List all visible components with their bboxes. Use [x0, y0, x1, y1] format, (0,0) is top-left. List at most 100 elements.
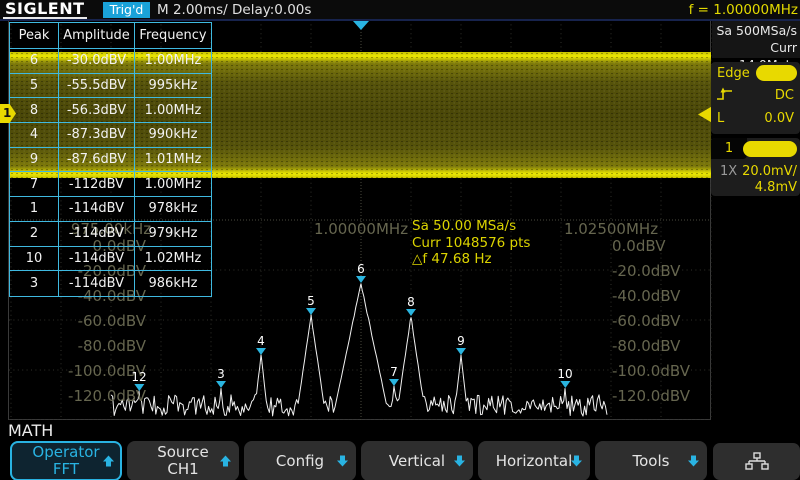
lan-status-button[interactable] [713, 443, 800, 480]
dbv-tick-label: -100.0dBV [612, 363, 690, 379]
peak-table-cell: 10 [10, 247, 59, 272]
peak-marker-triangle-icon [356, 276, 366, 283]
peak-marker-4: 4 [256, 335, 266, 355]
menu-button-label: Config [276, 453, 324, 470]
peak-table-cell: 2 [10, 222, 59, 247]
fft-points: Curr 1048576 pts [412, 235, 530, 252]
menu-button-config[interactable]: Config [244, 441, 356, 480]
trigger-status-badge: Trig'd [103, 2, 150, 18]
peak-table-cell: 1.01MHz [135, 148, 211, 173]
peak-table-cell: -114dBV [59, 222, 135, 247]
peak-table-cell: 1.02MHz [135, 247, 211, 272]
menu-button-value: CH1 [157, 461, 209, 478]
menu-button-label: Tools [633, 453, 670, 470]
peak-marker-6: 6 [356, 263, 366, 283]
peak-table-cell: -114dBV [59, 247, 135, 272]
peak-marker-number: 7 [389, 366, 399, 378]
peak-marker-8: 8 [406, 296, 416, 316]
peak-table-cell: 1.00MHz [135, 172, 211, 197]
dbv-tick-label: -60.0dBV [612, 313, 680, 329]
arrow-down-icon [570, 455, 583, 468]
channel1-panel[interactable]: 1 DC1M 1X 20.0mV/ 4.8mV [711, 138, 800, 196]
peak-marker-triangle-icon [456, 348, 466, 355]
fft-info-readout: Sa 50.00 MSa/s Curr 1048576 pts △f 47.68… [412, 218, 530, 268]
menu-button-horizontal[interactable]: Horizontal [478, 441, 590, 480]
peak-marker-triangle-icon [560, 381, 570, 388]
channel1-probe: 1X [720, 164, 737, 179]
rising-edge-icon [716, 86, 734, 102]
frequency-counter: f = 1.00000MHz [689, 2, 798, 18]
peak-table-cell: -87.3dBV [59, 123, 135, 148]
peak-marker-triangle-icon [216, 381, 226, 388]
menu-button-tools[interactable]: Tools [595, 441, 707, 480]
frequency-tick-label: 1.02500MHz [564, 221, 658, 237]
peak-table-cell: 1.00MHz [135, 49, 211, 74]
menu-button-source[interactable]: SourceCH1 [127, 441, 239, 480]
menu-button-vertical[interactable]: Vertical [361, 441, 473, 480]
dbv-tick-label: -120.0dBV [40, 388, 146, 404]
peak-table-cell: -55.5dBV [59, 74, 135, 99]
timebase-readout: M 2.00ms/ Delay:0.00s [157, 2, 311, 18]
peak-table-cell: -112dBV [59, 172, 135, 197]
peak-table-header: Frequency [135, 23, 211, 49]
trigger-type: Edge [717, 66, 750, 81]
peak-table-header: Amplitude [59, 23, 135, 49]
peak-table-cell: 978kHz [135, 197, 211, 222]
peak-table-cell: 1.00MHz [135, 98, 211, 123]
trigger-panel[interactable]: Edge CH1 DC L 0.0V [711, 62, 800, 134]
peak-table-cell: 995kHz [135, 74, 211, 99]
peak-marker-number: 3 [216, 368, 226, 380]
peak-table-cell: -30.0dBV [59, 49, 135, 74]
siglent-logo: SIGLENT [3, 0, 87, 19]
peak-table-cell: -87.6dBV [59, 148, 135, 173]
trigger-level-value: 0.0V [764, 111, 794, 126]
peak-marker-10: 10 [557, 368, 572, 388]
dbv-tick-label: -100.0dBV [40, 363, 146, 379]
peak-marker-triangle-icon [389, 379, 399, 386]
menu-buttons: OperatorFFTSourceCH1ConfigVerticalHorizo… [10, 441, 707, 480]
arrow-up-icon [102, 455, 115, 468]
timebase-value: M 2.00ms/ [157, 2, 228, 18]
dbv-tick-label: -120.0dBV [612, 388, 690, 404]
channel1-scale: 20.0mV/ [742, 164, 797, 179]
peak-table: PeakAmplitudeFrequency6-30.0dBV1.00MHz5-… [9, 22, 212, 297]
peak-marker-9: 9 [456, 335, 466, 355]
peak-marker-7: 7 [389, 366, 399, 386]
peak-table-cell: 990kHz [135, 123, 211, 148]
peak-table-cell: 9 [10, 148, 59, 173]
dbv-tick-label: -40.0dBV [612, 288, 680, 304]
delay-value: Delay:0.00s [232, 2, 311, 18]
peak-table-cell: 3 [10, 271, 59, 296]
channel1-offset: 4.8mV [755, 180, 797, 195]
peak-table-cell: 5 [10, 74, 59, 99]
menu-button-operator[interactable]: OperatorFFT [10, 441, 122, 480]
network-icon [744, 452, 770, 472]
oscilloscope-screen: SIGLENT Trig'd M 2.00ms/ Delay:0.00s f =… [0, 0, 800, 480]
dbv-tick-label: -20.0dBV [612, 263, 680, 279]
peak-table-cell: 4 [10, 123, 59, 148]
peak-table-cell: 986kHz [135, 271, 211, 296]
menu-button-label: Horizontal [496, 453, 573, 470]
peak-marker-3: 3 [216, 368, 226, 388]
top-status-bar: SIGLENT Trig'd M 2.00ms/ Delay:0.00s f =… [0, 0, 800, 21]
fft-delta-f: △f 47.68 Hz [412, 251, 530, 268]
peak-marker-triangle-icon [406, 309, 416, 316]
channel1-number: 1 [711, 138, 747, 159]
arrow-down-icon [687, 455, 700, 468]
peak-marker-number: 5 [306, 295, 316, 307]
trigger-coupling: DC [775, 88, 794, 103]
trigger-level-label: L [717, 111, 724, 126]
arrow-down-icon [336, 455, 349, 468]
fft-sample-rate: Sa 50.00 MSa/s [412, 218, 530, 235]
peak-table-cell: 6 [10, 49, 59, 74]
peak-table-cell: 8 [10, 98, 59, 123]
trigger-source-badge: CH1 [756, 65, 797, 81]
peak-marker-5: 5 [306, 295, 316, 315]
menu-button-label: Source [157, 444, 209, 461]
acquisition-sample-rate: Sa 500MSa/s [712, 22, 797, 39]
dbv-tick-label: -60.0dBV [40, 313, 146, 329]
arrow-down-icon [453, 455, 466, 468]
dbv-tick-label: -80.0dBV [40, 338, 146, 354]
trigger-position-icon[interactable] [353, 21, 369, 30]
menu-button-label: Vertical [389, 453, 445, 470]
